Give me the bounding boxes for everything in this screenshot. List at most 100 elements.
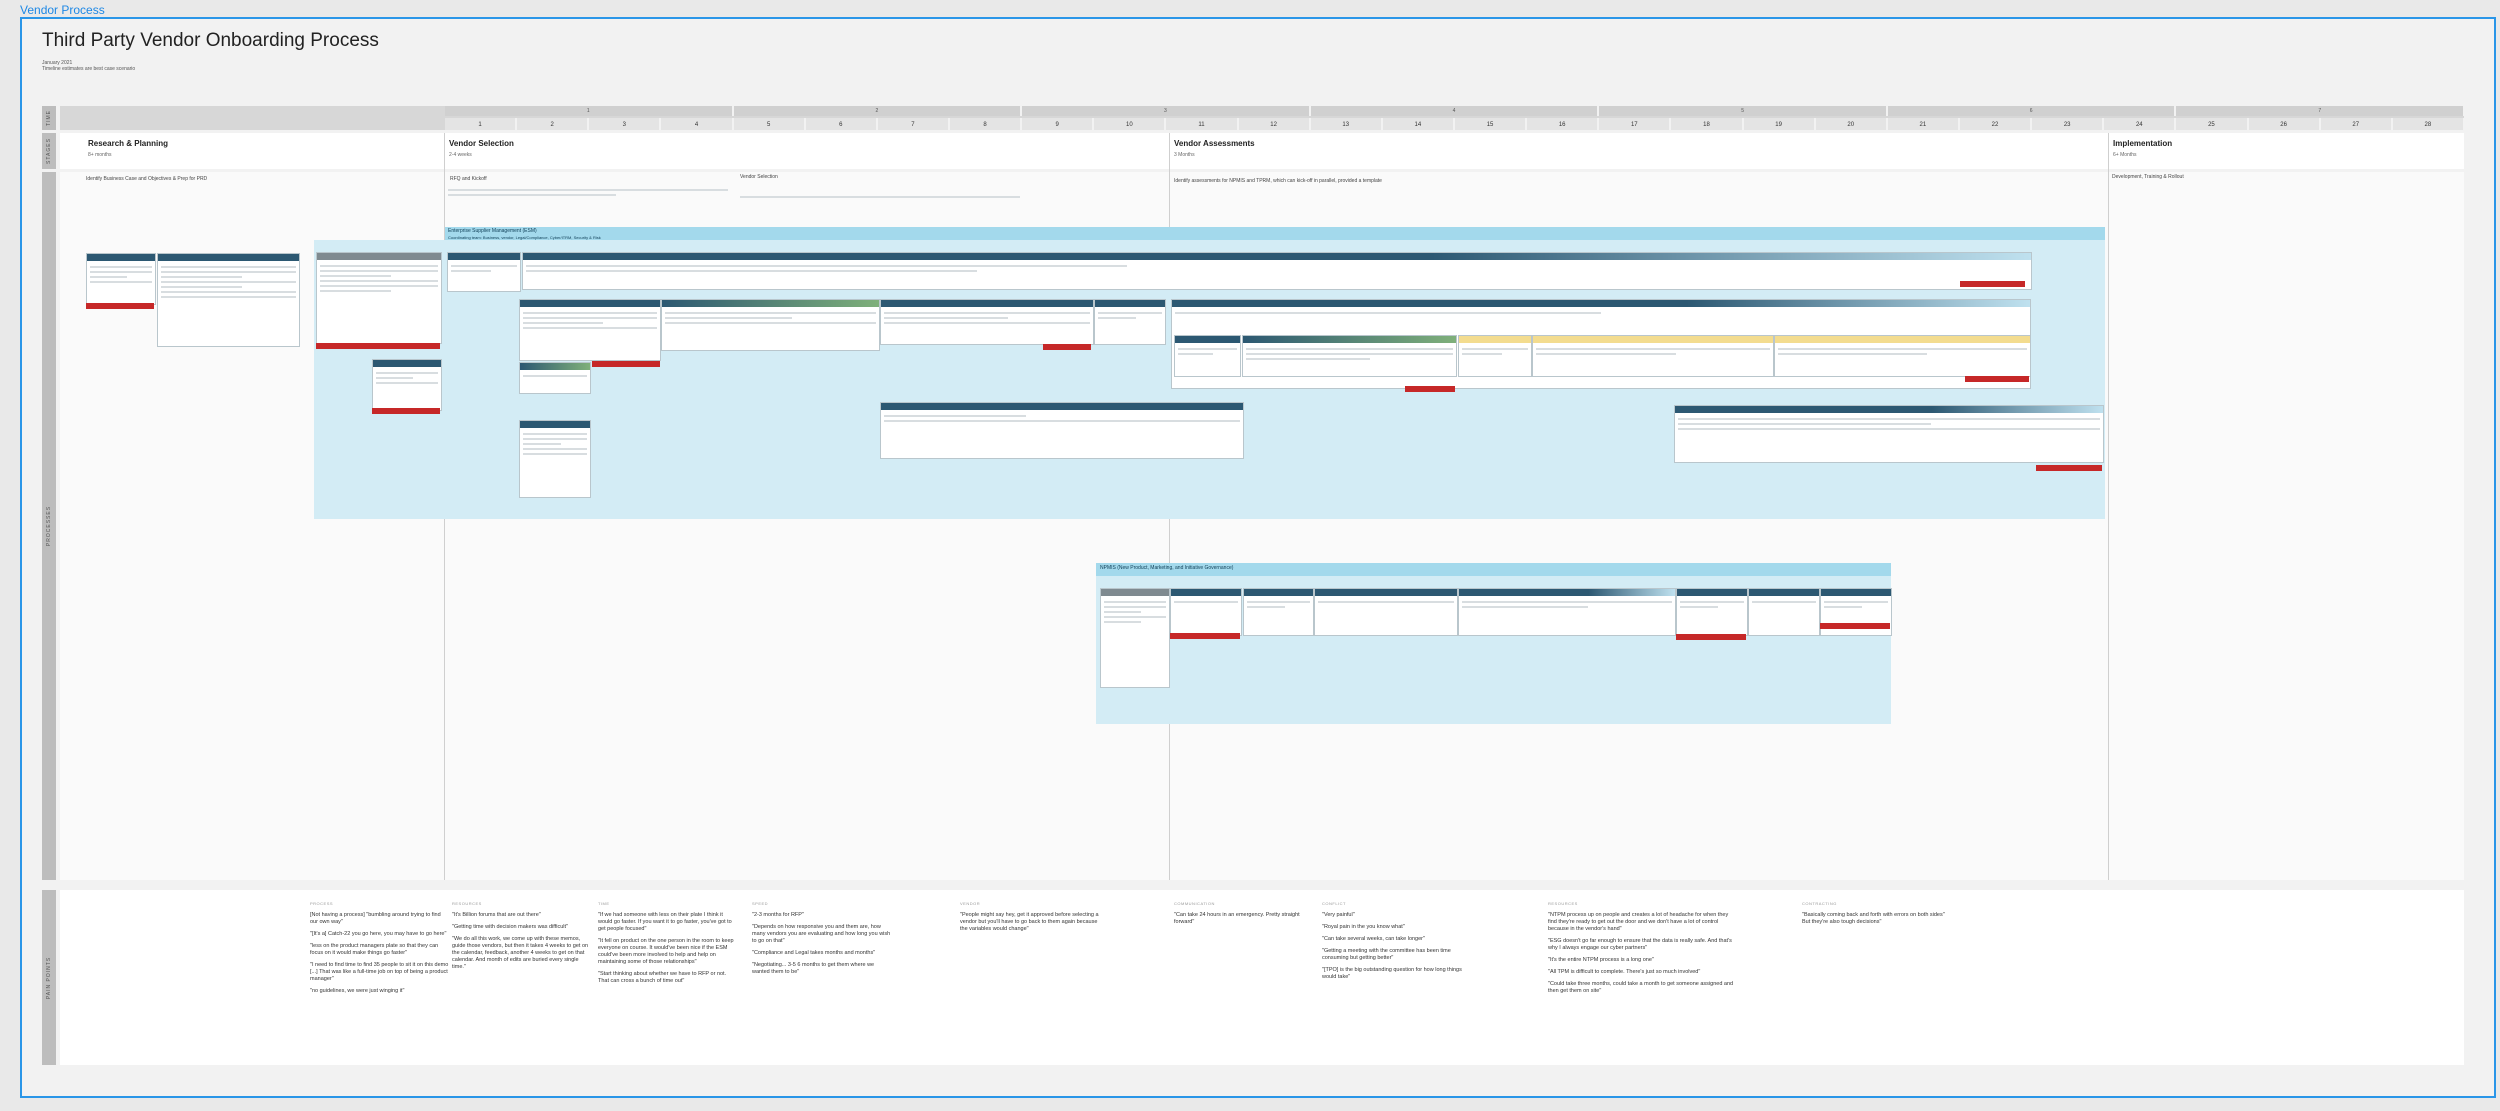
card-npmis-intake[interactable] bbox=[1100, 588, 1170, 688]
card-header bbox=[1172, 300, 2030, 307]
month-5: 5 bbox=[1599, 106, 1888, 116]
week-18: 18 bbox=[1671, 118, 1744, 130]
card-tprm-1[interactable] bbox=[1174, 335, 1241, 377]
card-legal-green[interactable] bbox=[519, 362, 591, 394]
process-research: Identify Business Case and Objectives & … bbox=[86, 176, 208, 182]
stage-duration: 6+ Months bbox=[2113, 152, 2137, 158]
month-3: 3 bbox=[1022, 106, 1311, 116]
week-16: 16 bbox=[1527, 118, 1600, 130]
card-tprm-3[interactable] bbox=[1458, 335, 1532, 377]
week-5: 5 bbox=[733, 118, 806, 130]
process-rfq: RFQ and Kickoff bbox=[450, 176, 487, 182]
card-header bbox=[1101, 589, 1169, 596]
card-header bbox=[1675, 406, 2103, 413]
card-prd[interactable] bbox=[157, 253, 300, 347]
week-1: 1 bbox=[445, 118, 518, 130]
week-2: 2 bbox=[517, 118, 590, 130]
card-header bbox=[523, 253, 2031, 260]
card-npmis-2[interactable] bbox=[1243, 588, 1314, 636]
quote-group-vendor: "People might say hey, get it approved b… bbox=[960, 912, 1099, 932]
red-tag bbox=[1405, 386, 1455, 392]
week-26: 26 bbox=[2248, 118, 2321, 130]
card-commercial[interactable] bbox=[1094, 299, 1166, 345]
card-header bbox=[1244, 589, 1313, 596]
card-header bbox=[1459, 336, 1531, 343]
week-11: 11 bbox=[1166, 118, 1239, 130]
card-business-review[interactable] bbox=[880, 299, 1094, 345]
card-vendor-list[interactable] bbox=[372, 359, 442, 411]
quote-group-time: "If we had someone with less on their pl… bbox=[598, 912, 734, 984]
red-tag bbox=[1965, 376, 2029, 382]
stage-name: Implementation bbox=[2113, 139, 2173, 148]
week-row: 1 2 3 4 5 6 7 8 9 10 11 12 13 14 15 16 1… bbox=[445, 118, 2465, 130]
quote-category: VENDOR bbox=[960, 901, 981, 906]
card-npmis-3[interactable] bbox=[1314, 588, 1458, 636]
month-6: 6 bbox=[1887, 106, 2177, 116]
card-esm-intake[interactable] bbox=[316, 252, 442, 344]
card-header bbox=[881, 403, 1243, 410]
frame-label[interactable]: Vendor Process bbox=[20, 3, 105, 17]
stage-duration: 8+ months bbox=[88, 152, 112, 158]
process-vendor-selection: Vendor Selection bbox=[740, 174, 778, 180]
week-7: 7 bbox=[877, 118, 950, 130]
board-note: Timeline estimates are best case scenari… bbox=[42, 66, 136, 72]
rail-pain-points: PAIN POINTS bbox=[42, 890, 56, 1065]
stage-duration: 2-4 weeks bbox=[449, 152, 472, 158]
stage-duration: 3 Months bbox=[1174, 152, 1195, 158]
week-14: 14 bbox=[1382, 118, 1455, 130]
card-negotiation[interactable] bbox=[880, 402, 1244, 459]
quote-group-communication: "Can take 24 hours in an emergency. Pret… bbox=[1174, 912, 1300, 925]
quote-category: CONFLICT bbox=[1322, 901, 1346, 906]
red-tag bbox=[592, 361, 660, 367]
quote-group-resources-2: "NTPM process up on people and creates a… bbox=[1548, 912, 1734, 994]
card-legal-review[interactable] bbox=[661, 299, 880, 351]
quote-category: RESOURCES bbox=[452, 901, 482, 906]
card-rfq-intake[interactable] bbox=[447, 252, 521, 292]
card-header bbox=[448, 253, 520, 260]
npmis-title: NPMIS (New Product, Marketing, and Initi… bbox=[1100, 565, 1234, 571]
quote-category: COMMUNICATION bbox=[1174, 901, 1215, 906]
week-17: 17 bbox=[1599, 118, 1672, 130]
card-header bbox=[520, 421, 590, 428]
stage-divider bbox=[2108, 133, 2109, 880]
rfq-notes bbox=[448, 186, 728, 208]
red-tag bbox=[86, 303, 154, 309]
red-tag bbox=[372, 408, 440, 414]
card-header bbox=[1175, 336, 1240, 343]
card-npmis-1[interactable] bbox=[1170, 588, 1242, 636]
stage-vendor-selection: Vendor Selection 2-4 weeks bbox=[445, 133, 1169, 171]
week-8: 8 bbox=[949, 118, 1023, 130]
month-7: 7 bbox=[2176, 106, 2466, 116]
week-13: 13 bbox=[1310, 118, 1383, 130]
quote-group-process: [Not having a process] "bumbling around … bbox=[310, 912, 449, 994]
card-npmis-5[interactable] bbox=[1676, 588, 1748, 636]
card-tprm-5[interactable] bbox=[1774, 335, 2031, 377]
month-1: 1 bbox=[445, 106, 734, 116]
card-header bbox=[87, 254, 155, 261]
quote-group-resources: "It's Billion forums that are out there"… bbox=[452, 912, 589, 970]
process-assessments: Identify assessments for NPMIS and TPRM,… bbox=[1174, 178, 1382, 184]
card-header bbox=[1459, 589, 1675, 596]
card-vendor-review[interactable] bbox=[519, 299, 661, 361]
card-final-approval[interactable] bbox=[1674, 405, 2104, 463]
stage-name: Vendor Selection bbox=[449, 139, 514, 148]
rail-stages: STAGES bbox=[42, 133, 56, 169]
week-28: 28 bbox=[2392, 118, 2465, 130]
card-tprm-4[interactable] bbox=[1532, 335, 1774, 377]
card-business-case[interactable] bbox=[86, 253, 156, 305]
stage-row: Research & Planning 8+ months Vendor Sel… bbox=[60, 133, 2464, 169]
process-implementation: Development, Training & Rollout bbox=[2112, 174, 2184, 180]
card-npmis-4[interactable] bbox=[1458, 588, 1676, 636]
quote-group-contracting: "Basically coming back and forth with er… bbox=[1802, 912, 1945, 925]
card-header bbox=[1243, 336, 1456, 343]
card-header bbox=[1315, 589, 1457, 596]
card-header bbox=[520, 300, 660, 307]
card-rfp-conference[interactable] bbox=[522, 252, 2032, 290]
card-legal-long[interactable] bbox=[519, 420, 591, 498]
quote-category: CONTRACTING bbox=[1802, 901, 1837, 906]
card-npmis-6[interactable] bbox=[1748, 588, 1820, 636]
card-header bbox=[1533, 336, 1773, 343]
card-header bbox=[881, 300, 1093, 307]
card-tprm-2[interactable] bbox=[1242, 335, 1457, 377]
card-header bbox=[317, 253, 441, 260]
